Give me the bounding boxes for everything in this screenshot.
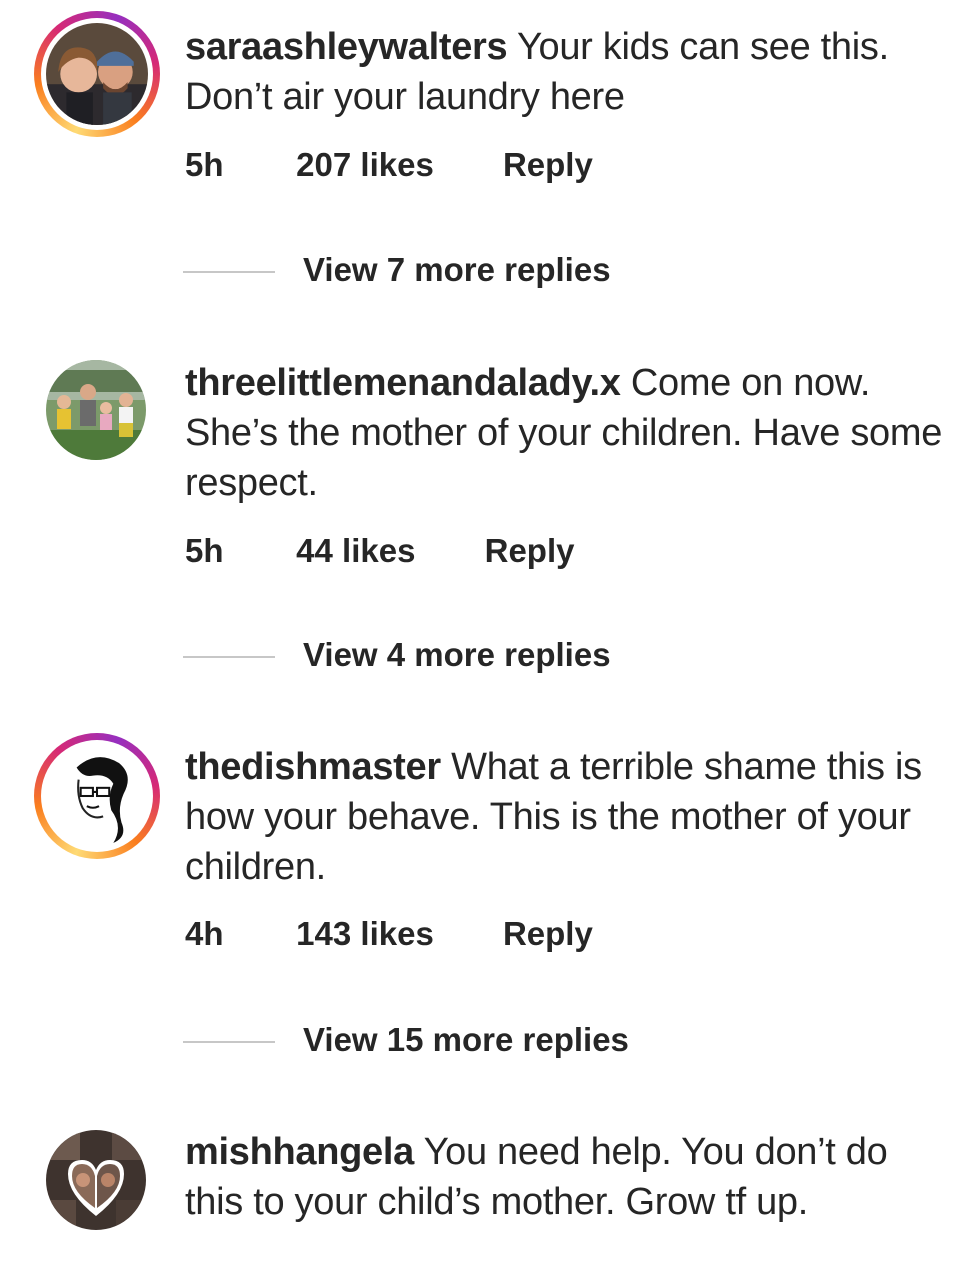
view-replies-label: View 7 more replies bbox=[303, 251, 611, 288]
reply-button[interactable]: Reply bbox=[503, 915, 593, 953]
comment-time: 5h bbox=[185, 146, 224, 183]
avatar[interactable] bbox=[46, 360, 146, 460]
comment-likes[interactable]: 143 likes bbox=[296, 915, 434, 953]
comment-username[interactable]: threelittlemenandalady.x bbox=[185, 362, 621, 404]
reply-button[interactable]: Reply bbox=[485, 532, 575, 570]
comment-text: saraashleywalters Your kids can see this… bbox=[185, 22, 945, 122]
comment-text: threelittlemenandalady.x Come on now. Sh… bbox=[185, 358, 945, 508]
replies-divider bbox=[183, 271, 275, 274]
replies-divider bbox=[183, 656, 275, 659]
comment-time: 4h bbox=[185, 915, 224, 952]
view-replies-label: View 4 more replies bbox=[303, 636, 611, 673]
view-replies-button[interactable]: View 7 more replies bbox=[183, 251, 611, 289]
comment-username[interactable]: thedishmaster bbox=[185, 746, 441, 788]
comment-username[interactable]: mishhangela bbox=[185, 1131, 414, 1173]
view-replies-button[interactable]: View 4 more replies bbox=[183, 636, 611, 674]
reply-button[interactable]: Reply bbox=[503, 146, 593, 184]
replies-divider bbox=[183, 1041, 275, 1044]
view-replies-label: View 15 more replies bbox=[303, 1021, 629, 1058]
comment-time: 5h bbox=[185, 532, 224, 569]
comment-meta: 5h 207 likes Reply bbox=[185, 146, 593, 184]
comment-meta: 5h 44 likes Reply bbox=[185, 532, 575, 570]
cartoon-face-avatar-icon bbox=[46, 745, 148, 847]
avatar[interactable] bbox=[34, 11, 160, 137]
comment-meta: 4h 143 likes Reply bbox=[185, 915, 593, 953]
avatar[interactable] bbox=[46, 1130, 146, 1230]
comment-username[interactable]: saraashleywalters bbox=[185, 26, 508, 68]
comment-text: mishhangela You need help. You don’t do … bbox=[185, 1127, 945, 1227]
comment-likes[interactable]: 207 likes bbox=[296, 146, 434, 184]
view-replies-button[interactable]: View 15 more replies bbox=[183, 1021, 629, 1059]
couple-photo-avatar-icon bbox=[46, 23, 148, 125]
comment-text: thedishmaster What a terrible shame this… bbox=[185, 742, 945, 892]
comment-likes[interactable]: 44 likes bbox=[296, 532, 415, 570]
collage-photo-avatar-icon bbox=[46, 1130, 146, 1230]
avatar[interactable] bbox=[34, 733, 160, 859]
family-photo-avatar-icon bbox=[46, 360, 146, 460]
